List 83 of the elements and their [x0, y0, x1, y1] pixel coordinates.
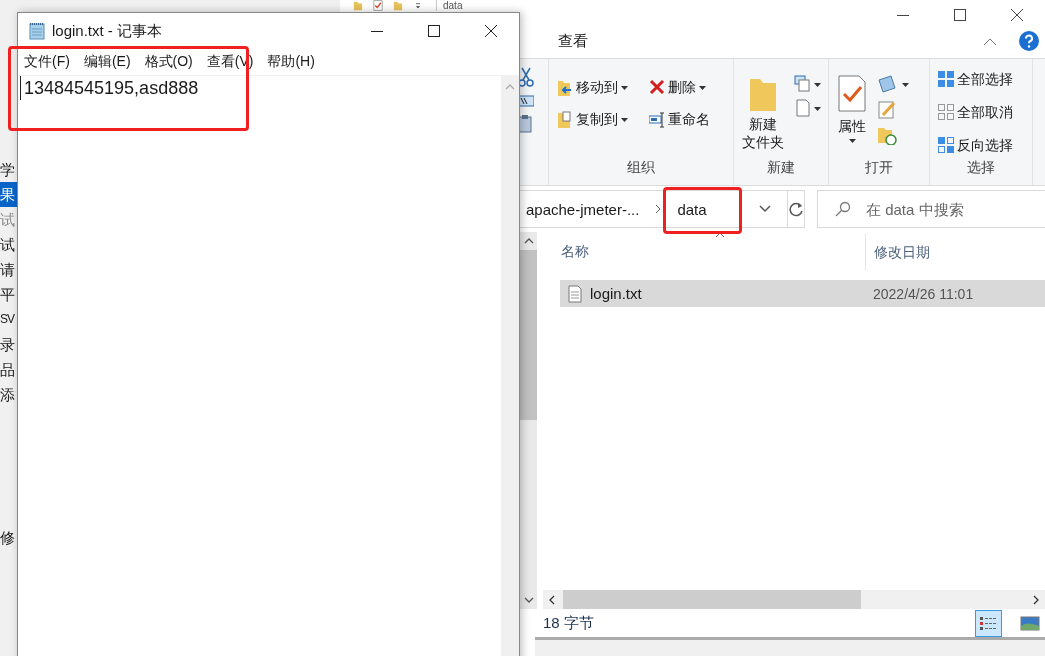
column-header[interactable]: 修改日期	[865, 234, 930, 270]
refresh-icon	[788, 201, 804, 217]
group-label: 选择	[966, 159, 996, 177]
sort-icon	[715, 232, 725, 238]
caret-icon	[699, 86, 706, 90]
window-title: data	[436, 0, 463, 11]
group-label: 组织	[626, 159, 656, 177]
ribbon-button[interactable]: 反向选择	[936, 133, 1015, 159]
grid-icon	[938, 104, 954, 122]
maximize-icon	[953, 9, 966, 21]
scroll-right-icon	[1033, 594, 1039, 605]
tree-item[interactable]: 果	[0, 182, 17, 207]
tree-item[interactable]: 学	[0, 157, 17, 182]
tree-item[interactable]: 平	[0, 282, 17, 307]
checklist-icon	[837, 75, 867, 113]
menu-item[interactable]: 文件(F)	[24, 53, 70, 71]
window-title: login.txt - 记事本	[52, 21, 163, 41]
group-label: 新建	[766, 159, 796, 177]
breadcrumb[interactable]: apache-jmeter-...	[526, 200, 640, 218]
ribbon-button[interactable]: 属性	[835, 75, 869, 145]
scrollbar[interactable]	[520, 232, 537, 609]
grid-icon	[938, 71, 954, 89]
chevron-icon	[655, 204, 662, 214]
close-icon	[1010, 9, 1023, 21]
dropdown-icon	[759, 205, 771, 213]
tree-item[interactable]: 请	[0, 257, 17, 282]
breadcrumb[interactable]: data	[677, 200, 707, 218]
search-field[interactable]: 在 data 中搜索	[817, 190, 1045, 228]
address-bar[interactable]: apache-jmeter-... data	[520, 190, 788, 228]
file-row[interactable]: login.txt 2022/4/26 11:01	[560, 280, 1045, 307]
ribbon-button[interactable]: 重命名	[647, 107, 712, 133]
scroll-up-icon	[505, 84, 515, 90]
tree-item[interactable]: 录	[0, 332, 17, 357]
rename-icon	[649, 111, 665, 129]
folder-clock-icon	[877, 125, 897, 145]
view-button[interactable]	[975, 609, 1002, 637]
scissors-icon	[518, 67, 534, 87]
new-item-icon	[794, 75, 822, 93]
tree-item[interactable]: 品	[0, 357, 17, 382]
pencil-icon	[877, 99, 897, 119]
collapse-icon	[983, 36, 997, 46]
document-icon	[794, 99, 822, 117]
folder-arrow-icon	[557, 79, 573, 97]
delete-icon	[649, 79, 665, 97]
help-icon	[1019, 31, 1039, 51]
caret-icon	[621, 118, 628, 122]
text-file-icon	[568, 284, 582, 303]
file-date: 2022/4/26 11:01	[872, 285, 974, 302]
scroll-up-icon	[523, 238, 534, 244]
picture-view-icon	[1019, 614, 1040, 632]
grid-icon	[938, 137, 954, 155]
scrollbar[interactable]	[543, 590, 1045, 609]
tree-item[interactable]: SV	[0, 307, 17, 332]
caret-icon	[848, 139, 856, 144]
notepad-icon	[28, 22, 46, 40]
tree-item[interactable]: 添	[0, 382, 17, 407]
status-text: 18 字节	[543, 613, 594, 633]
scrollbar[interactable]	[501, 76, 519, 656]
ribbon-button[interactable]: 移动到	[555, 75, 639, 101]
field-label: 修	[0, 529, 16, 548]
ribbon-button[interactable]: 删除	[647, 75, 708, 101]
scroll-down-icon	[523, 597, 534, 603]
caret-icon	[621, 86, 628, 90]
ribbon-button[interactable]: 全部选择	[936, 67, 1015, 93]
menu-item[interactable]: 格式(O)	[144, 53, 193, 71]
refresh-button[interactable]	[787, 190, 805, 228]
search-icon	[835, 201, 851, 217]
menu-item[interactable]: 编辑(E)	[83, 53, 131, 71]
notebook-icon	[877, 75, 909, 93]
ribbon-tab[interactable]: 查看	[552, 27, 594, 55]
maximize-icon	[427, 25, 440, 37]
ribbon-button[interactable]: 全部取消	[936, 100, 1015, 126]
group-label: 打开	[864, 159, 894, 177]
column-header[interactable]: 名称	[543, 243, 865, 261]
details-view-icon	[978, 614, 999, 632]
folder-copy-icon	[557, 111, 573, 129]
ribbon-button[interactable]: 新建 文件夹	[740, 75, 786, 152]
menu-item[interactable]: 帮助(H)	[267, 53, 315, 71]
scroll-left-icon	[549, 594, 555, 605]
tree-item[interactable]: 试	[0, 232, 17, 257]
close-icon	[484, 25, 497, 37]
file-name: login.txt	[590, 285, 642, 302]
ribbon-button[interactable]: 复制到	[555, 107, 639, 133]
